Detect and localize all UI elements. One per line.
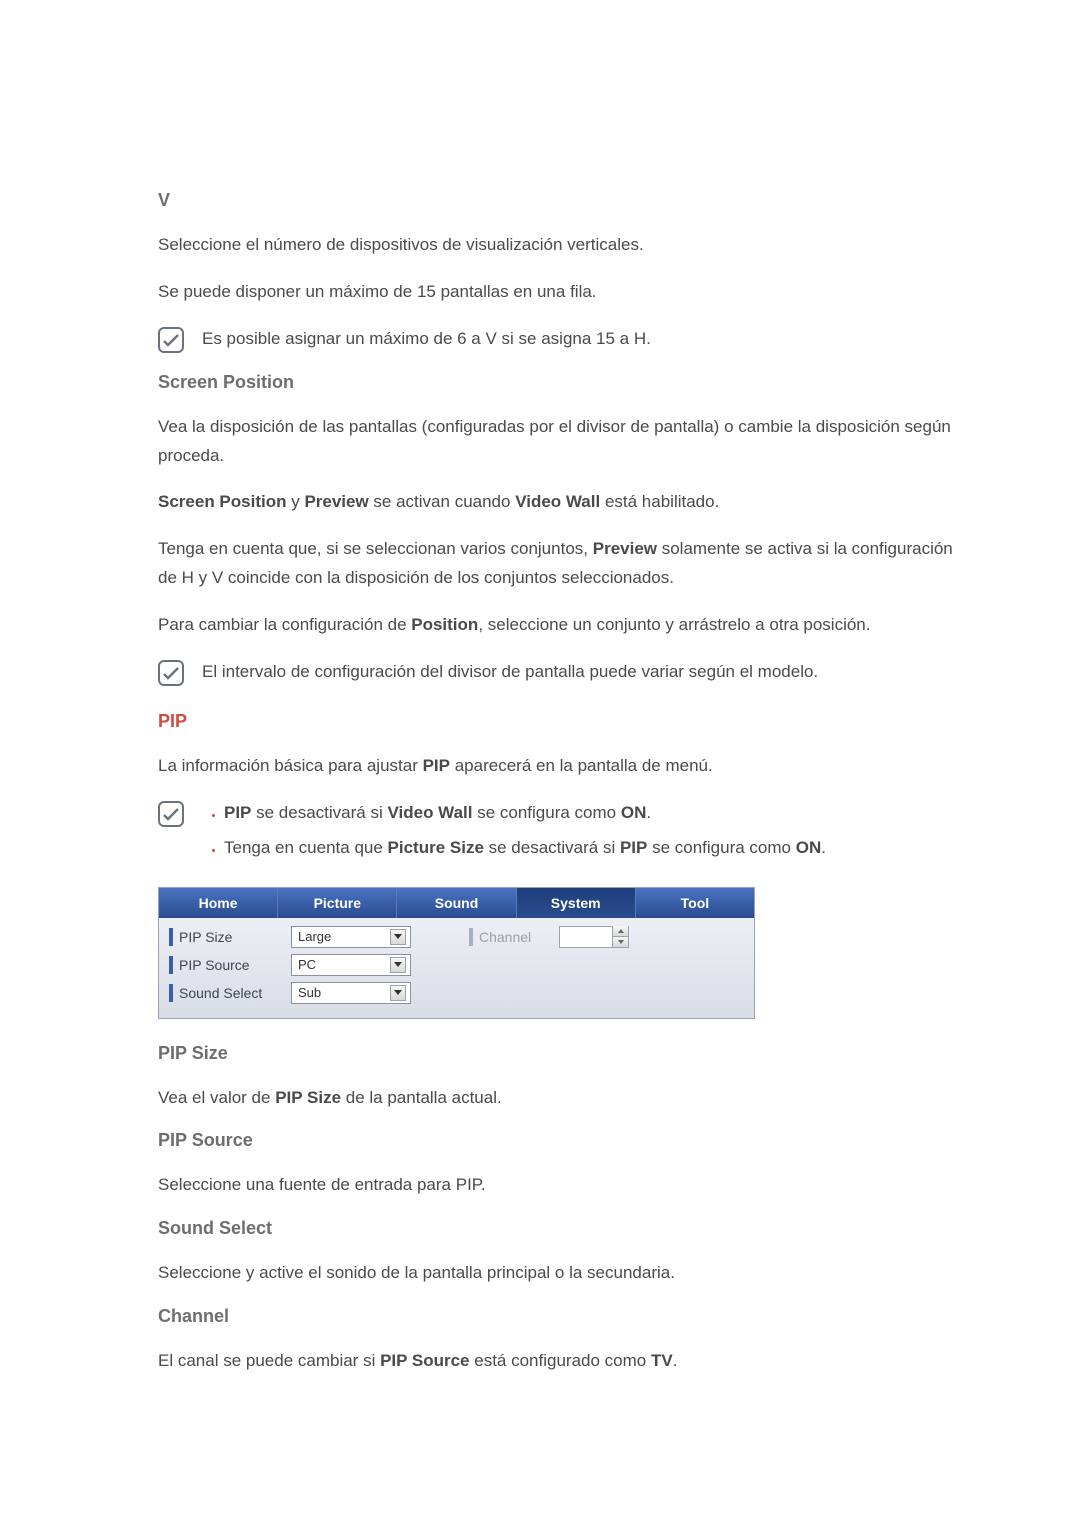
label-sound-select: Sound Select bbox=[179, 985, 291, 1001]
heading-channel: Channel bbox=[158, 1306, 970, 1327]
label-pip-size: PIP Size bbox=[179, 929, 291, 945]
select-sound-select-value: Sub bbox=[298, 985, 321, 1000]
tab-system[interactable]: System bbox=[517, 888, 636, 918]
note-sp-text: El intervalo de configuración del diviso… bbox=[202, 658, 970, 687]
note-pip-li1: PIP se desactivará si Video Wall se conf… bbox=[224, 799, 970, 828]
tab-sound[interactable]: Sound bbox=[397, 888, 516, 918]
note-pip-li2: Tenga en cuenta que Picture Size se desa… bbox=[224, 834, 970, 863]
label-pip-source: PIP Source bbox=[179, 957, 291, 973]
note-icon bbox=[158, 327, 184, 353]
text-v-p2: Se puede disponer un máximo de 15 pantal… bbox=[158, 278, 970, 307]
heading-pip-size: PIP Size bbox=[158, 1043, 970, 1064]
select-sound-select[interactable]: Sub bbox=[291, 982, 411, 1004]
tab-picture[interactable]: Picture bbox=[278, 888, 397, 918]
note-v-text: Es posible asignar un máximo de 6 a V si… bbox=[202, 325, 970, 354]
text-pip-source: Seleccione una fuente de entrada para PI… bbox=[158, 1171, 970, 1200]
spinner-channel[interactable] bbox=[559, 926, 629, 948]
row-marker-icon bbox=[169, 984, 173, 1002]
heading-sound-select: Sound Select bbox=[158, 1218, 970, 1239]
row-marker-icon bbox=[169, 928, 173, 946]
chevron-down-icon bbox=[390, 929, 406, 945]
text-v-p1: Seleccione el número de dispositivos de … bbox=[158, 231, 970, 260]
heading-pip: PIP bbox=[158, 711, 970, 732]
heading-screen-position: Screen Position bbox=[158, 372, 970, 393]
text-sp-p3: Tenga en cuenta que, si se seleccionan v… bbox=[158, 535, 970, 593]
select-pip-source[interactable]: PC bbox=[291, 954, 411, 976]
text-sp-p2: Screen Position y Preview se activan cua… bbox=[158, 488, 970, 517]
spinner-down-icon[interactable] bbox=[612, 937, 628, 947]
pip-settings-panel: Home Picture Sound System Tool PIP Size … bbox=[158, 887, 755, 1019]
row-marker-icon bbox=[469, 928, 473, 946]
select-pip-source-value: PC bbox=[298, 957, 316, 972]
text-channel: El canal se puede cambiar si PIP Source … bbox=[158, 1347, 970, 1376]
select-pip-size-value: Large bbox=[298, 929, 331, 944]
heading-pip-source: PIP Source bbox=[158, 1130, 970, 1151]
note-icon bbox=[158, 660, 184, 686]
note-pip-list: PIP se desactivará si Video Wall se conf… bbox=[202, 799, 970, 869]
text-pip-size: Vea el valor de PIP Size de la pantalla … bbox=[158, 1084, 970, 1113]
text-sound-select: Seleccione y active el sonido de la pant… bbox=[158, 1259, 970, 1288]
chevron-down-icon bbox=[390, 985, 406, 1001]
tab-home[interactable]: Home bbox=[159, 888, 278, 918]
row-marker-icon bbox=[169, 956, 173, 974]
note-icon bbox=[158, 801, 184, 827]
text-sp-p4: Para cambiar la configuración de Positio… bbox=[158, 611, 970, 640]
spinner-up-icon[interactable] bbox=[612, 926, 628, 937]
select-pip-size[interactable]: Large bbox=[291, 926, 411, 948]
label-channel: Channel bbox=[479, 929, 559, 945]
heading-v: V bbox=[158, 190, 970, 211]
tab-bar: Home Picture Sound System Tool bbox=[159, 888, 754, 918]
tab-tool[interactable]: Tool bbox=[636, 888, 754, 918]
text-pip-p1: La información básica para ajustar PIP a… bbox=[158, 752, 970, 781]
text-sp-p1: Vea la disposición de las pantallas (con… bbox=[158, 413, 970, 471]
chevron-down-icon bbox=[390, 957, 406, 973]
